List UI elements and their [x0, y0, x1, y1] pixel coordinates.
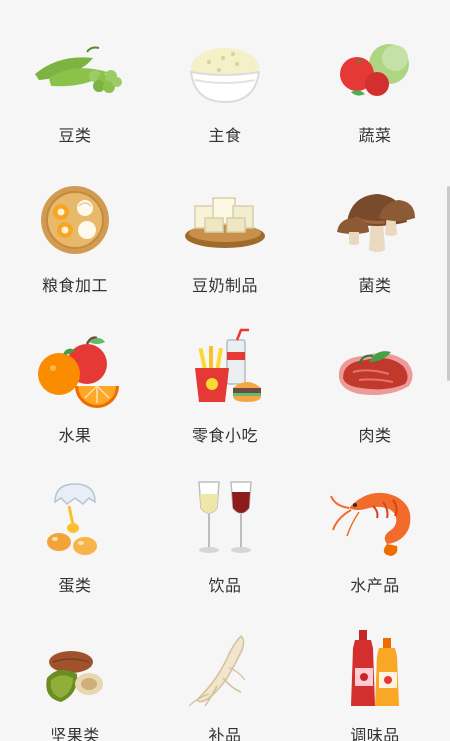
category-item-condiments[interactable]: 调味品 — [300, 600, 450, 741]
category-item-staple-food[interactable]: 主食 — [150, 0, 300, 150]
category-label: 零食小吃 — [191, 426, 258, 445]
category-label: 水产品 — [350, 576, 400, 595]
category-item-snacks[interactable]: 零食小吃 — [150, 300, 300, 450]
category-label: 蔬菜 — [358, 126, 392, 145]
category-label: 调味品 — [350, 726, 400, 741]
category-screen: 豆类 主食 蔬菜 粮食加工 豆奶制品 菌类 水果 零食小吃 肉类 蛋类 饮品 水… — [0, 0, 450, 741]
tofu-icon — [179, 178, 271, 262]
category-item-nuts[interactable]: 坚果类 — [0, 600, 150, 741]
category-item-grain-processing[interactable]: 粮食加工 — [0, 150, 150, 300]
category-label: 补品 — [208, 726, 242, 741]
category-label: 坚果类 — [50, 726, 100, 741]
category-item-vegetables[interactable]: 蔬菜 — [300, 0, 450, 150]
peas-icon — [29, 28, 122, 112]
category-item-fruit[interactable]: 水果 — [0, 300, 150, 450]
category-label: 菌类 — [358, 276, 392, 295]
dumplings-icon — [29, 178, 121, 262]
category-grid: 豆类 主食 蔬菜 粮食加工 豆奶制品 菌类 水果 零食小吃 肉类 蛋类 饮品 水… — [0, 0, 450, 741]
rice-bowl-icon — [179, 28, 271, 112]
category-item-seafood[interactable]: 水产品 — [300, 450, 450, 600]
mushroom-icon — [329, 178, 421, 262]
fruit-icon — [29, 328, 121, 412]
category-item-meat[interactable]: 肉类 — [300, 300, 450, 450]
vegetables-icon — [329, 28, 421, 112]
category-label: 豆类 — [58, 126, 92, 145]
wine-glass-icon — [179, 478, 271, 562]
category-label: 饮品 — [208, 576, 242, 595]
ginseng-icon — [179, 628, 271, 712]
shrimp-icon — [329, 478, 421, 562]
category-item-soy-products[interactable]: 豆奶制品 — [150, 150, 300, 300]
category-item-beans[interactable]: 豆类 — [0, 0, 150, 150]
category-item-supplements[interactable]: 补品 — [150, 600, 300, 741]
egg-icon — [29, 478, 121, 562]
snacks-icon — [179, 328, 271, 412]
category-label: 豆奶制品 — [191, 276, 258, 295]
category-label: 粮食加工 — [41, 276, 108, 295]
category-item-fungi[interactable]: 菌类 — [300, 150, 450, 300]
category-label: 蛋类 — [58, 576, 92, 595]
category-item-drinks[interactable]: 饮品 — [150, 450, 300, 600]
category-label: 水果 — [58, 426, 92, 445]
category-item-eggs[interactable]: 蛋类 — [0, 450, 150, 600]
meat-icon — [329, 328, 421, 412]
condiment-bottles-icon — [329, 628, 421, 712]
nuts-icon — [29, 628, 121, 712]
category-label: 主食 — [208, 126, 242, 145]
category-label: 肉类 — [358, 426, 392, 445]
